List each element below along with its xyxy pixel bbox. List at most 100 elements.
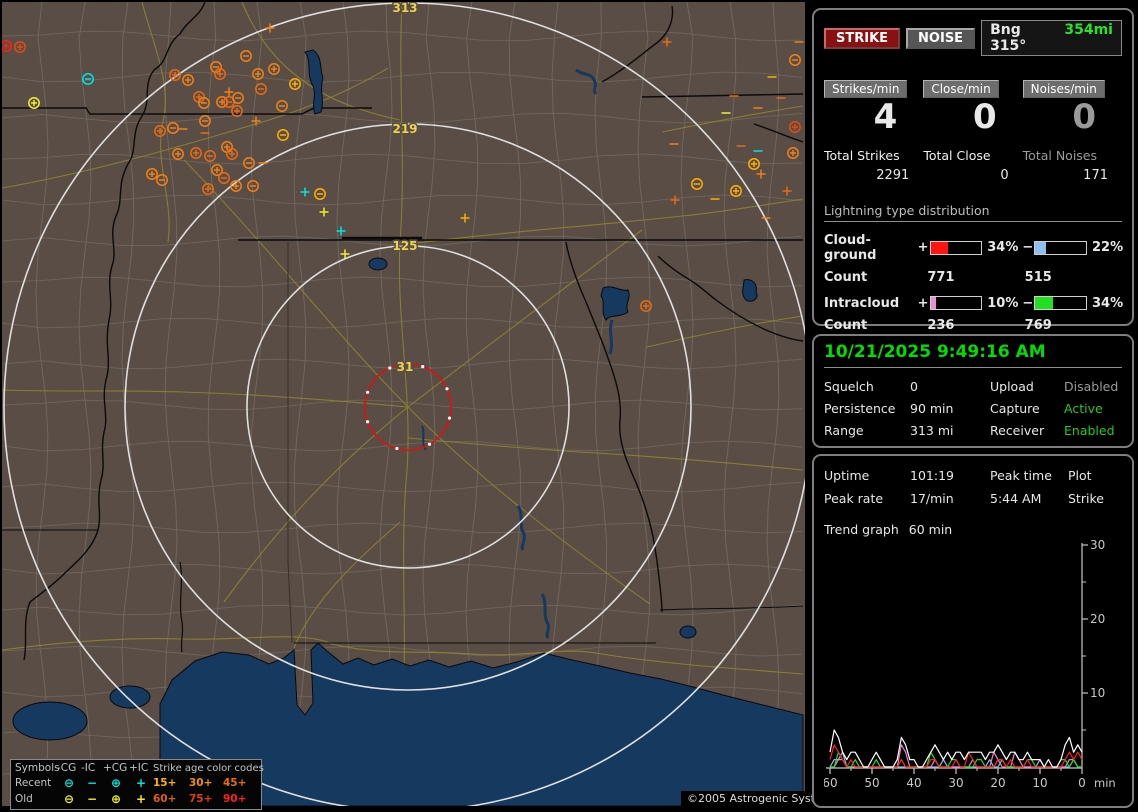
strike-indicator-button[interactable]: STRIKE	[824, 27, 901, 49]
age-90: 90+	[223, 792, 247, 805]
cg-minus-pct: 22%	[1091, 240, 1124, 256]
svg-text:40: 40	[906, 776, 921, 790]
age-15: 15+	[153, 777, 177, 789]
legend-age-title: Strike age color codes	[153, 762, 264, 774]
session-panel: Uptime 101:19 Peak time Plot Peak rate 1…	[812, 454, 1134, 808]
legend-row-recent-label: Recent	[15, 777, 52, 789]
lake-right-edge	[742, 279, 758, 302]
minus-icon: −	[86, 791, 98, 806]
svg-text:313: 313	[392, 2, 417, 15]
strikes-per-min-chip: Strikes/min	[824, 80, 908, 98]
total-strikes-label: Total Strikes	[824, 147, 900, 163]
total-noises-value: 171	[1083, 167, 1108, 183]
noises-per-min-value: 0	[1072, 97, 1096, 137]
uptime-label: Uptime	[824, 468, 870, 483]
age-60: 60+	[153, 792, 177, 805]
circle-minus-icon: ⊖	[63, 776, 75, 791]
status-grid: Squelch 0 Upload Disabled Persistence 90…	[824, 379, 1122, 438]
capture-status: Active	[1064, 401, 1103, 416]
small-lake	[368, 257, 388, 271]
cg-minus-count: 515	[1024, 269, 1052, 285]
ic-minus-bar	[1034, 296, 1087, 311]
peak-time-label: Peak time	[990, 468, 1052, 483]
age-45: 45+	[223, 777, 247, 789]
legend-header-nic: -IC	[81, 762, 96, 775]
minus-icon: −	[86, 776, 98, 791]
svg-text:219: 219	[392, 122, 417, 136]
svg-text:30: 30	[1090, 539, 1105, 552]
minus-sign: −	[1022, 295, 1034, 311]
ic-minus-count: 769	[1024, 317, 1052, 333]
cg-plus-pct: 34%	[987, 240, 1019, 256]
minus-sign: −	[1022, 240, 1034, 256]
total-strikes-value: 2291	[876, 167, 910, 183]
trend-graph: 60 50 40 30 20 10 0 min 10 20 30	[824, 539, 1116, 790]
bearing-value: Bng 315°	[990, 22, 1027, 54]
cg-minus-bar	[1034, 240, 1087, 255]
legend-header-pic: +IC	[129, 762, 149, 775]
close-per-min-chip: Close/min	[923, 80, 999, 98]
trend-graph-label: Trend graph	[824, 522, 899, 537]
capture-label: Capture	[990, 401, 1040, 416]
svg-text:60: 60	[824, 776, 838, 790]
svg-text:125: 125	[392, 239, 417, 253]
noises-per-min-chip: Noises/min	[1022, 80, 1105, 98]
persistence-label: Persistence	[824, 401, 896, 416]
squelch-value: 0	[910, 379, 918, 394]
session-grid: Uptime 101:19 Peak time Plot Peak rate 1…	[824, 468, 1122, 506]
circle-plus-icon: ⊕	[110, 791, 122, 806]
svg-text:20: 20	[1090, 612, 1105, 626]
distance-value: 354mi	[1064, 22, 1113, 38]
map-canvas: 313 219 125 31 Symbols -CG -IC +CG +IC Stri…	[0, 0, 813, 812]
svg-text:10: 10	[1032, 776, 1047, 790]
close-per-min-column: Close/min 0 Total Close 0	[923, 78, 1022, 183]
strike-map: 313 219 125 31	[0, 0, 813, 812]
plot-mode-label: Plot	[1068, 468, 1092, 483]
range-value: 313 mi	[910, 423, 954, 438]
uptime-value: 101:19	[910, 468, 954, 483]
noise-indicator-button[interactable]: NOISE	[906, 27, 976, 49]
plus-sign: +	[917, 295, 929, 311]
lake-maurepas	[109, 685, 151, 709]
svg-text:30: 30	[948, 776, 963, 790]
rate-counters: Strikes/min 4 Total Strikes 2291 Close/m…	[824, 78, 1122, 183]
count-label: Count	[824, 317, 868, 333]
circle-minus-icon: ⊖	[63, 791, 75, 806]
svg-text:31: 31	[397, 360, 414, 374]
svg-text:50: 50	[864, 776, 879, 790]
strikes-per-min-value: 4	[873, 97, 898, 137]
noises-per-min-column: Noises/min 0 Total Noises 171	[1022, 78, 1122, 183]
map-legend: Symbols -CG -IC +CG +IC Strike age color…	[10, 759, 264, 810]
legend-header-ncg: -CG	[57, 762, 77, 775]
svg-text:20: 20	[990, 776, 1005, 790]
legend-row-old-label: Old	[15, 792, 33, 805]
ic-plus-bar	[929, 296, 983, 311]
peak-rate-value: 17/min	[910, 491, 954, 506]
status-panel: 10/21/2025 9:49:16 AM Squelch 0 Upload D…	[812, 334, 1134, 448]
trend-graph-header: Trend graph 60 min	[824, 522, 1122, 537]
circle-plus-icon: ⊕	[110, 776, 122, 791]
receiver-status: Enabled	[1064, 423, 1115, 438]
ic-plus-count: 236	[927, 317, 955, 333]
bearing-distance-readout: Bng 315° 354mi	[981, 20, 1122, 56]
datetime-display: 10/21/2025 9:49:16 AM	[824, 342, 1122, 368]
plus-icon: +	[135, 791, 147, 806]
peak-time-value: 5:44 AM	[990, 491, 1042, 506]
lake-pontchartrain	[12, 701, 88, 741]
squelch-label: Squelch	[824, 379, 874, 394]
intracloud-row: Intracloud + 10% − 34%	[824, 295, 1123, 311]
cloud-ground-label: Cloud-ground	[824, 232, 877, 263]
distribution-title: Lightning type distribution	[824, 203, 1122, 222]
intracloud-label: Intracloud	[824, 295, 900, 311]
upload-label: Upload	[990, 379, 1034, 394]
close-per-min-value: 0	[972, 97, 997, 137]
age-30: 30+	[189, 777, 213, 789]
cg-plus-bar	[929, 240, 983, 255]
legend-header-symbols: Symbols	[15, 762, 60, 775]
svg-text:0: 0	[1078, 776, 1086, 790]
cloud-ground-row: Cloud-ground + 34% − 22%	[824, 232, 1124, 263]
persistence-value: 90 min	[910, 401, 954, 416]
ic-plus-pct: 10%	[987, 295, 1019, 311]
cloud-ground-count-row: Count 771 515	[824, 270, 1122, 285]
plot-mode-value: Strike	[1068, 491, 1104, 506]
